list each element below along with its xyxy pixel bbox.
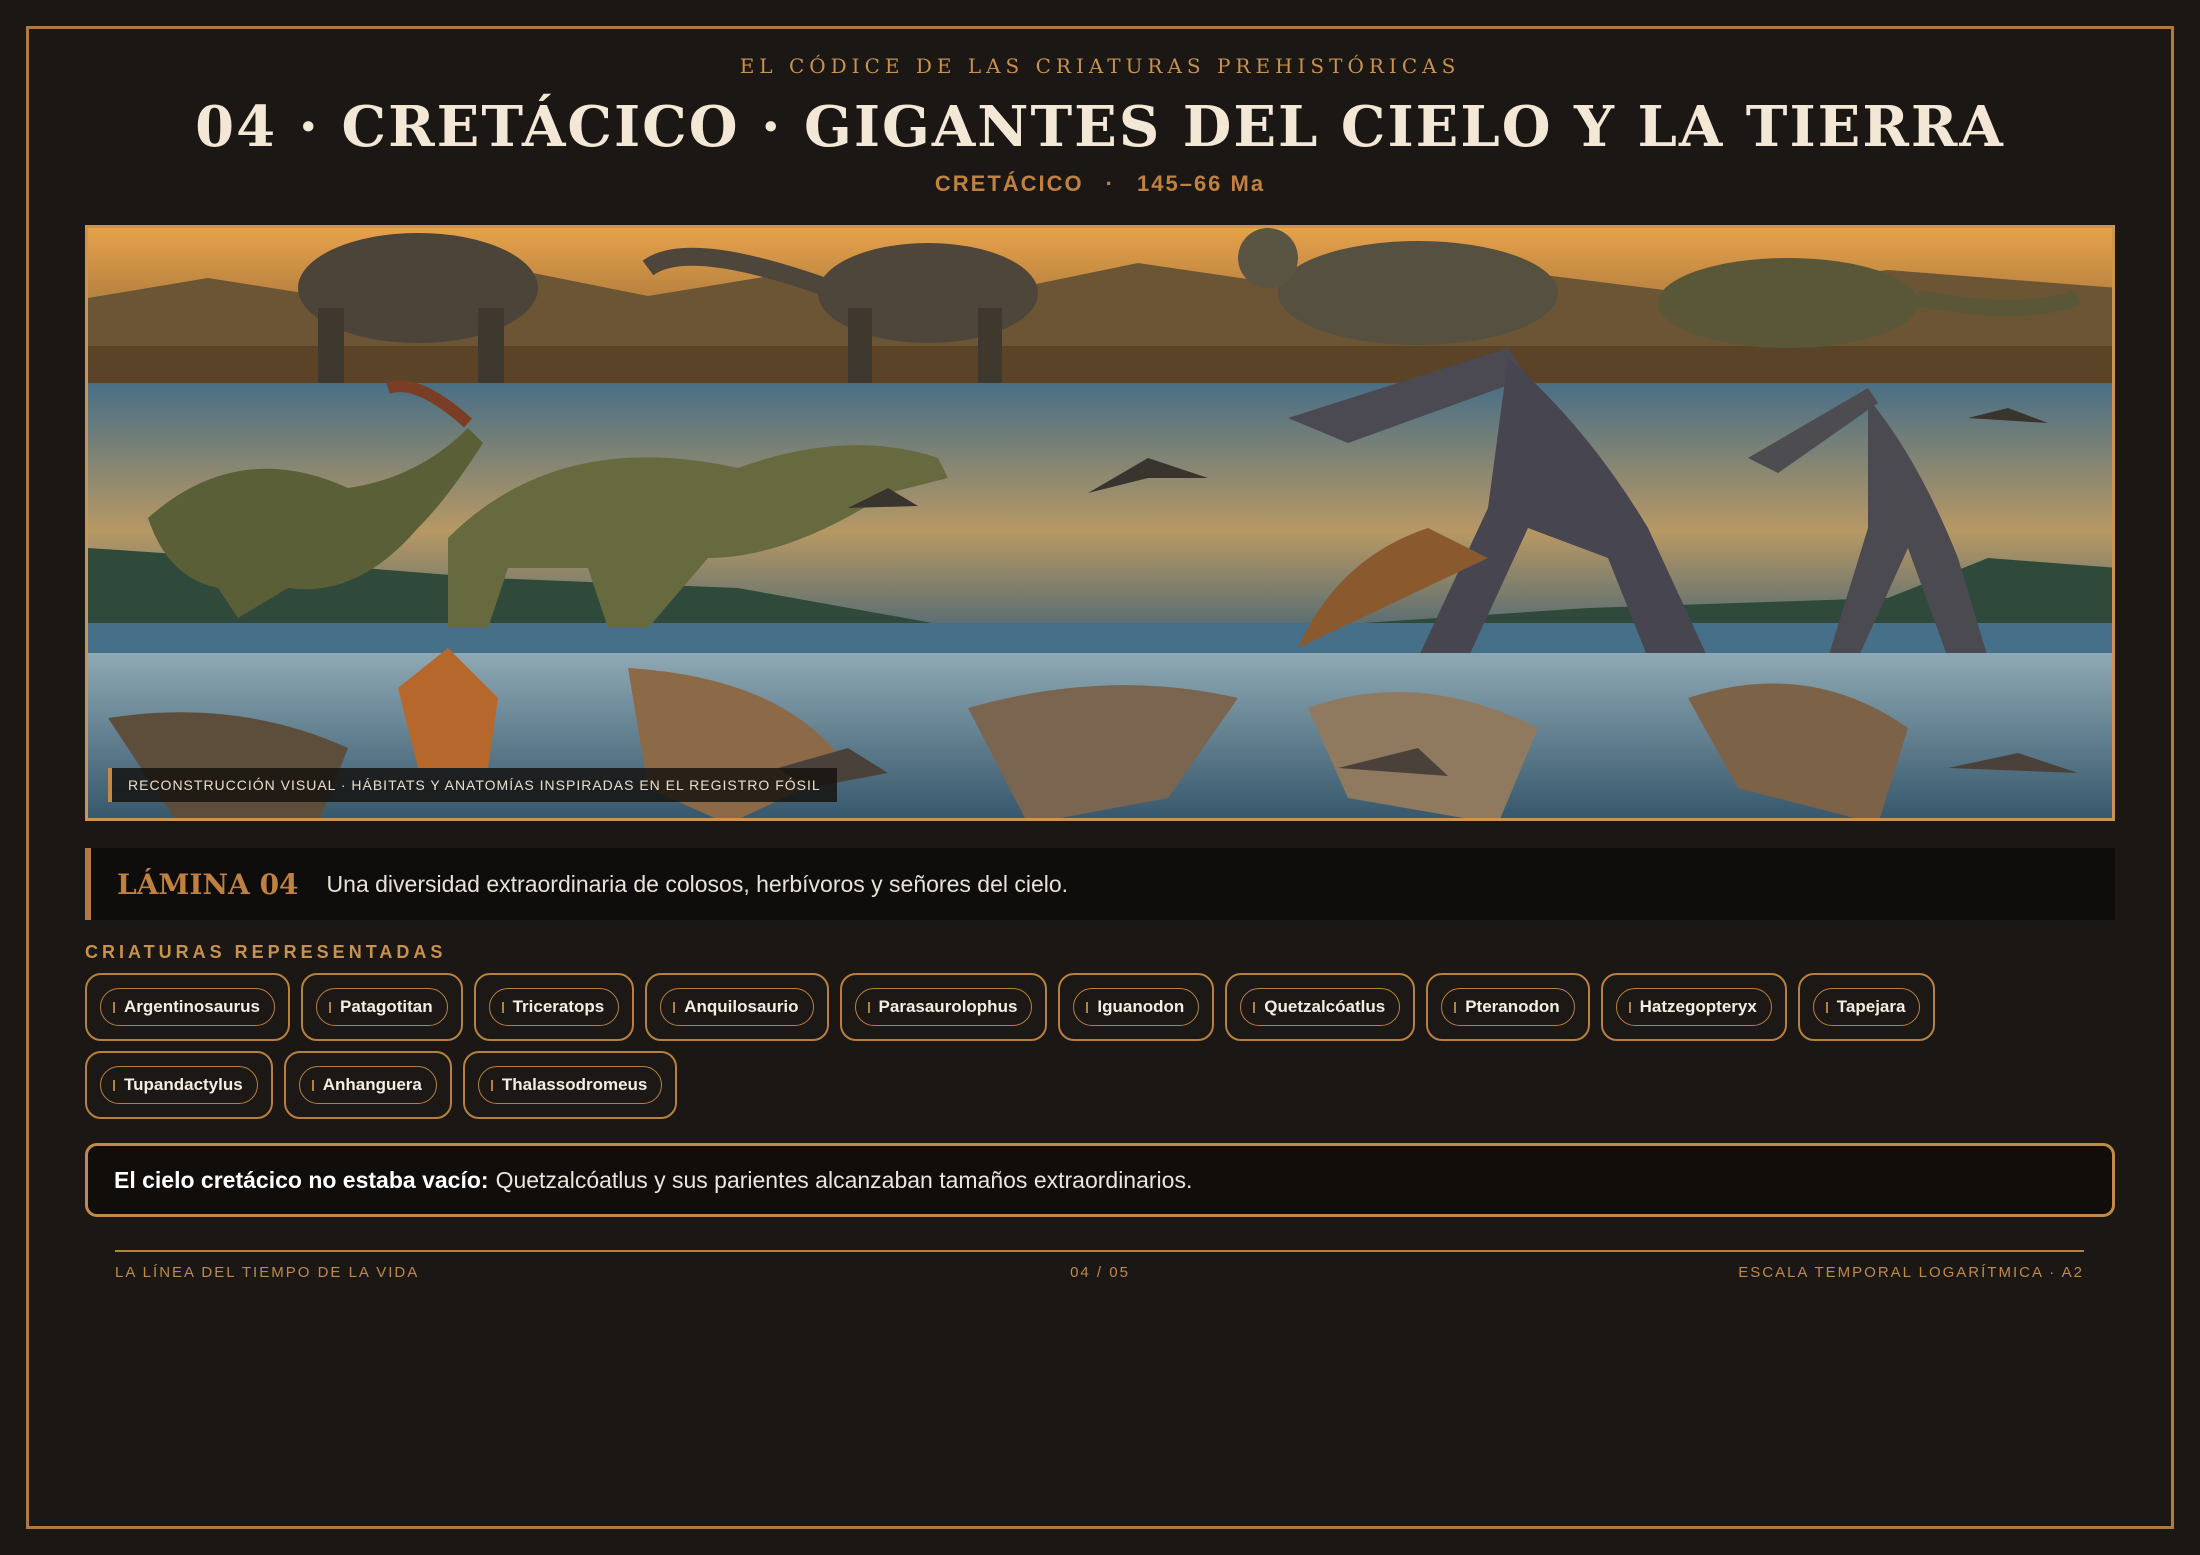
- creature-tag: Parasaurolophus: [854, 988, 1033, 1026]
- tag-dot-icon: [1825, 1001, 1828, 1013]
- callout-text: Quetzalcóatlus y sus parientes alcanzaba…: [495, 1166, 1193, 1193]
- creature-tag: Quetzalcóatlus: [1240, 988, 1401, 1026]
- creature-chip: Anquilosaurio: [645, 973, 829, 1041]
- creature-name: Quetzalcóatlus: [1264, 997, 1386, 1016]
- tag-dot-icon: [1454, 1001, 1457, 1013]
- cretaceous-scene-illustration: [88, 228, 2112, 818]
- creature-tag: Anhanguera: [298, 1066, 437, 1104]
- footer-divider: [115, 1250, 2084, 1252]
- creature-name: Parasaurolophus: [878, 997, 1018, 1016]
- creature-chip: Tapejara: [1797, 973, 1936, 1041]
- period-range: 145–66 Ma: [1137, 171, 1266, 196]
- callout-lead: El cielo cretácico no estaba vacío:: [114, 1166, 489, 1193]
- tag-dot-icon: [867, 1001, 870, 1013]
- period-subtitle: CRETÁCICO · 145–66 Ma: [0, 171, 2200, 197]
- plate-label: LÁMINA 04: [117, 867, 299, 901]
- tag-dot-icon: [1253, 1001, 1256, 1013]
- footer-scale-note: ESCALA TEMPORAL LOGARÍTMICA · A2: [1738, 1264, 2084, 1281]
- creature-tag: Argentinosaurus: [100, 988, 276, 1026]
- creature-chip: Parasaurolophus: [839, 973, 1048, 1041]
- creature-chip: Anhanguera: [283, 1051, 452, 1119]
- tag-dot-icon: [501, 1001, 504, 1013]
- tag-dot-icon: [490, 1079, 493, 1091]
- creature-name: Anhanguera: [322, 1075, 422, 1094]
- creature-name: Anquilosaurio: [684, 997, 799, 1016]
- creature-chip: Thalassodromeus: [462, 1051, 678, 1119]
- page-title: 04 · CRETÁCICO · GIGANTES DEL CIELO Y LA…: [195, 94, 2005, 160]
- tag-dot-icon: [1628, 1001, 1631, 1013]
- plate-banner: LÁMINA 04 Una diversidad extraordinaria …: [85, 848, 2115, 920]
- plate-description: Una diversidad extraordinaria de colosos…: [326, 870, 1069, 897]
- creature-tag: Iguanodon: [1073, 988, 1200, 1026]
- creature-tag: Anquilosaurio: [660, 988, 814, 1026]
- creature-tag: Patagotitan: [316, 988, 448, 1026]
- creature-tag: Hatzegopteryx: [1615, 988, 1772, 1026]
- callout-box: El cielo cretácico no estaba vacío: Quet…: [85, 1143, 2115, 1217]
- tag-dot-icon: [113, 1079, 115, 1091]
- tag-dot-icon: [329, 1001, 332, 1013]
- creature-name: Tapejara: [1836, 997, 1906, 1016]
- creature-chip: Hatzegopteryx: [1600, 973, 1787, 1041]
- creature-chip: Pteranodon: [1426, 973, 1590, 1041]
- period-separator: ·: [1105, 171, 1115, 196]
- creature-name: Tupandactylus: [124, 1075, 243, 1094]
- creature-name: Hatzegopteryx: [1639, 997, 1757, 1016]
- creatures-heading: CRIATURAS REPRESENTADAS: [85, 942, 447, 962]
- tag-dot-icon: [1086, 1001, 1089, 1013]
- creature-tag: Triceratops: [488, 988, 620, 1026]
- creature-tag: Pteranodon: [1441, 988, 1575, 1026]
- creature-name: Argentinosaurus: [124, 997, 261, 1016]
- creature-tag: Tupandactylus: [100, 1066, 258, 1104]
- hero-illustration: RECONSTRUCCIÓN VISUAL · HÁBITATS Y ANATO…: [85, 225, 2115, 821]
- creature-chip: Patagotitan: [301, 973, 463, 1041]
- creature-tag: Tapejara: [1812, 988, 1921, 1026]
- creature-list: Argentinosaurus Patagotitan Triceratops …: [85, 973, 2125, 1119]
- creature-chip: Triceratops: [473, 973, 635, 1041]
- supertitle: EL CÓDICE DE LAS CRIATURAS PREHISTÓRICAS: [739, 54, 1461, 78]
- creature-name: Pteranodon: [1465, 997, 1560, 1016]
- creature-name: Patagotitan: [340, 997, 433, 1016]
- creature-chip: Tupandactylus: [85, 1051, 273, 1119]
- creature-name: Iguanodon: [1097, 997, 1185, 1016]
- tag-dot-icon: [673, 1001, 676, 1013]
- tag-dot-icon: [311, 1079, 314, 1091]
- creature-chip: Argentinosaurus: [85, 973, 291, 1041]
- creature-tag: Thalassodromeus: [477, 1066, 663, 1104]
- creature-name: Thalassodromeus: [501, 1075, 648, 1094]
- period-name: CRETÁCICO: [934, 171, 1084, 196]
- creature-chip: Quetzalcóatlus: [1225, 973, 1416, 1041]
- hero-caption: RECONSTRUCCIÓN VISUAL · HÁBITATS Y ANATO…: [108, 768, 837, 802]
- creature-name: Triceratops: [512, 997, 605, 1016]
- tag-dot-icon: [113, 1001, 115, 1013]
- creature-chip: Iguanodon: [1058, 973, 1215, 1041]
